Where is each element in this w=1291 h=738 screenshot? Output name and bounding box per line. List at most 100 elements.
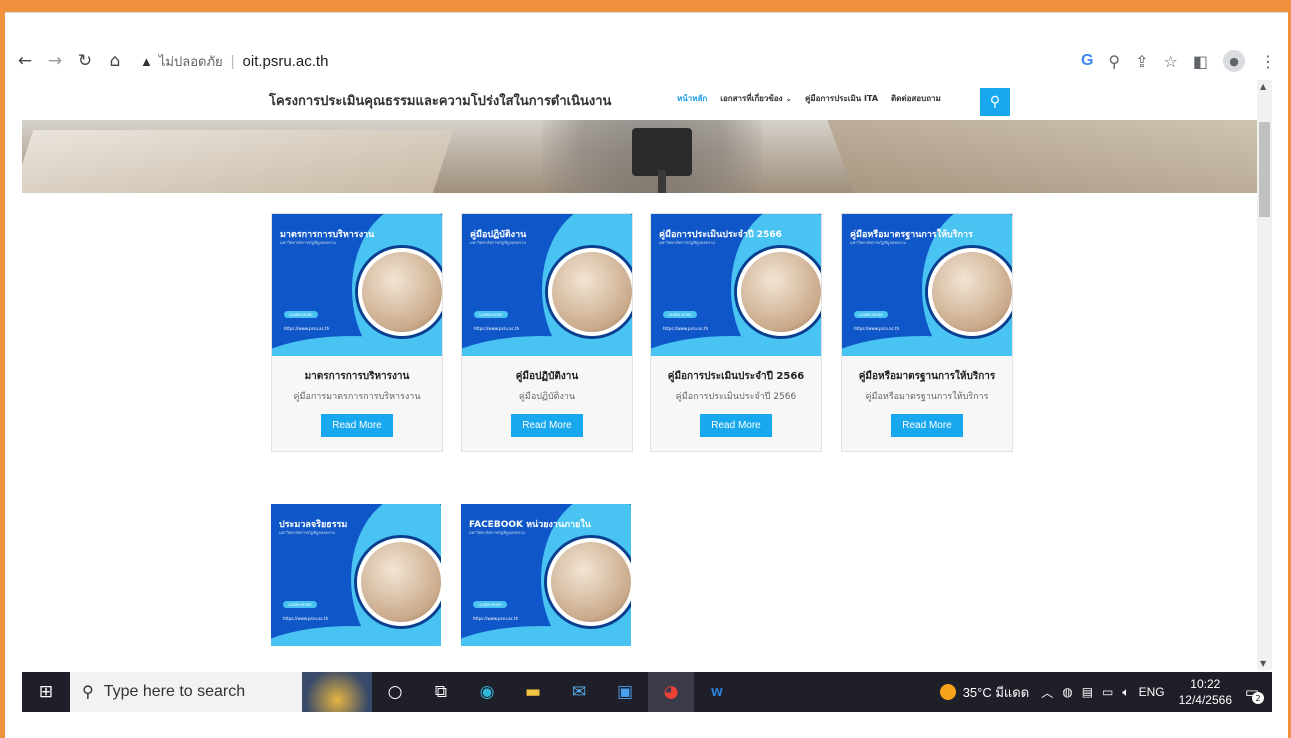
hero-table-right: [827, 120, 1257, 193]
screenshot-frame-top: [0, 0, 1291, 12]
network-icon[interactable]: ▤: [1082, 685, 1093, 699]
store-icon[interactable]: ▣: [602, 672, 648, 712]
hero-camera-stand: [658, 170, 666, 193]
search-icon: ⚲: [82, 684, 94, 701]
thumb-subtitle: มหาวิทยาลัยราชภัฏพิบูลสงคราม: [469, 530, 525, 535]
taskbar-search-placeholder: Type here to search: [103, 683, 246, 700]
nav-home[interactable]: หน้าหลัก: [677, 92, 707, 105]
nav-contact[interactable]: ติดต่อสอบถาม: [891, 92, 941, 105]
thumb-url: https://www.psru.ac.th: [474, 326, 520, 331]
thumb-learn-more: LEARN MORE: [474, 311, 508, 318]
forward-icon[interactable]: →: [44, 50, 66, 72]
star-icon[interactable]: ☆: [1164, 52, 1178, 71]
url-text[interactable]: oit.psru.ac.th: [243, 53, 329, 70]
insecure-label[interactable]: ไม่ปลอดภัย: [159, 51, 223, 72]
card-title[interactable]: มาตรการการบริหารงาน: [278, 370, 436, 383]
taskbar-search[interactable]: ⚲ Type here to search: [70, 672, 302, 712]
home-icon[interactable]: ⌂: [104, 50, 126, 72]
thumb-photo: [548, 248, 632, 336]
search-highlight-image[interactable]: [302, 672, 372, 712]
chevron-up-icon[interactable]: ︿: [1041, 684, 1053, 701]
card-description: คู่มือการมาตรการการบริหารงาน: [293, 392, 421, 402]
omnibox-separator: |: [230, 52, 235, 70]
menu-icon[interactable]: ⋮: [1260, 52, 1276, 71]
thumb-learn-more: LEARN MORE: [284, 311, 318, 318]
card-thumbnail[interactable]: ประมวลจริยธรรม มหาวิทยาลัยราชภัฏพิบูลสงค…: [271, 504, 441, 646]
browser-toolbar: ← → ↻ ⌂ ▲ ไม่ปลอดภัย | oit.psru.ac.th G …: [14, 46, 1276, 76]
meet-icon[interactable]: ◍: [1062, 685, 1072, 699]
clock[interactable]: 10:22 12/4/2566: [1179, 676, 1232, 708]
card-title[interactable]: คู่มือการประเมินประจำปี 2566: [657, 370, 815, 383]
read-more-button[interactable]: Read More: [321, 414, 393, 437]
card-management-measures: มาตรการการบริหารงาน มหาวิทยาลัยราชภัฏพิบ…: [271, 213, 443, 452]
card-thumbnail[interactable]: คู่มือปฏิบัติงาน มหาวิทยาลัยราชภัฏพิบูลส…: [462, 214, 632, 356]
weather-widget[interactable]: 35°C มีแดด: [939, 682, 1029, 703]
volume-icon[interactable]: 🔈︎: [1122, 685, 1129, 700]
thumb-subtitle: มหาวิทยาลัยราชภัฏพิบูลสงคราม: [470, 240, 526, 245]
nav-documents[interactable]: เอกสารที่เกี่ยวข้อง ⌄: [720, 92, 792, 105]
card-body: คู่มือปฏิบัติงาน คู่มือปฏิบัติงาน Read M…: [462, 356, 632, 451]
card-service-standards: คู่มือหรือมาตรฐานการให้บริการ มหาวิทยาลั…: [841, 213, 1013, 452]
card-description: คู่มือปฏิบัติงาน: [518, 392, 576, 402]
card-description: คู่มือหรือมาตรฐานการให้บริการ: [865, 392, 989, 402]
card-description: คู่มือการประเมินประจำปี 2566: [675, 392, 797, 402]
clock-date: 12/4/2566: [1178, 693, 1232, 707]
card-operation-manual: คู่มือปฏิบัติงาน มหาวิทยาลัยราชภัฏพิบูลส…: [461, 213, 633, 452]
page-viewport: โครงการประเมินคุณธรรมและความโปร่งใสในการ…: [22, 80, 1257, 670]
card-thumbnail[interactable]: มาตรการการบริหารงาน มหาวิทยาลัยราชภัฏพิบ…: [272, 214, 442, 356]
search-icon: ⚲: [989, 94, 1001, 110]
thumb-subtitle: มหาวิทยาลัยราชภัฏพิบูลสงคราม: [659, 240, 715, 245]
thumb-photo: [357, 538, 441, 626]
site-title[interactable]: โครงการประเมินคุณธรรมและความโปร่งใสในการ…: [269, 90, 611, 111]
thumb-photo: [547, 538, 631, 626]
edge-icon[interactable]: ◉: [464, 672, 510, 712]
hero-banner: [22, 120, 1257, 193]
language-indicator[interactable]: ENG: [1139, 685, 1165, 699]
card-body: คู่มือหรือมาตรฐานการให้บริการ คู่มือหรือ…: [842, 356, 1012, 451]
card-title[interactable]: คู่มือหรือมาตรฐานการให้บริการ: [848, 370, 1006, 383]
profile-icon[interactable]: ●: [1223, 50, 1245, 72]
scroll-down-icon[interactable]: ▼: [1260, 659, 1266, 668]
task-view-icon[interactable]: ⧉: [418, 672, 464, 712]
windows-start-icon[interactable]: ⊞: [22, 672, 70, 712]
card-thumbnail[interactable]: FACEBOOK หน่วยงานภายใน มหาวิทยาลัยราชภัฏ…: [461, 504, 631, 646]
system-tray: ︿ ◍ ▤ ▭ 🔈︎ ENG: [1041, 684, 1164, 701]
notification-icon[interactable]: ▭ 2: [1232, 672, 1272, 712]
zoom-icon[interactable]: ⚲: [1108, 52, 1120, 71]
thumb-subtitle: มหาวิทยาลัยราชภัฏพิบูลสงคราม: [850, 240, 906, 245]
word-icon[interactable]: W: [694, 672, 740, 712]
card-thumbnail[interactable]: คู่มือการประเมินประจำปี 2566 มหาวิทยาลัย…: [651, 214, 821, 356]
thumb-url: https://www.psru.ac.th: [284, 326, 330, 331]
card-facebook-internal: FACEBOOK หน่วยงานภายใน มหาวิทยาลัยราชภัฏ…: [461, 504, 631, 646]
nav-ita-manual[interactable]: คู่มือการประเมิน ITA: [805, 92, 878, 105]
card-title[interactable]: คู่มือปฏิบัติงาน: [468, 370, 626, 383]
battery-icon[interactable]: ▭: [1102, 685, 1113, 699]
thumb-url: https://www.psru.ac.th: [663, 326, 709, 331]
site-search-button[interactable]: ⚲: [980, 88, 1010, 116]
notification-count: 2: [1252, 692, 1264, 704]
read-more-button[interactable]: Read More: [891, 414, 963, 437]
read-more-button[interactable]: Read More: [511, 414, 583, 437]
sun-icon: [939, 684, 956, 700]
scrollbar-thumb[interactable]: [1259, 122, 1270, 217]
thumb-subtitle: มหาวิทยาลัยราชภัฏพิบูลสงคราม: [279, 530, 335, 535]
page-scrollbar[interactable]: ▲ ▼: [1257, 80, 1272, 670]
card-thumbnail[interactable]: คู่มือหรือมาตรฐานการให้บริการ มหาวิทยาลั…: [842, 214, 1012, 356]
cortana-icon[interactable]: ○: [372, 672, 418, 712]
warning-icon[interactable]: ▲: [140, 54, 153, 69]
share-icon[interactable]: ⇪: [1135, 52, 1148, 71]
thumb-url: https://www.psru.ac.th: [854, 326, 900, 331]
chrome-icon[interactable]: ◕: [648, 672, 694, 712]
mail-icon[interactable]: ✉: [556, 672, 602, 712]
address-bar[interactable]: ▲ ไม่ปลอดภัย | oit.psru.ac.th: [140, 47, 1081, 75]
back-icon[interactable]: ←: [14, 50, 36, 72]
reload-icon[interactable]: ↻: [74, 50, 96, 72]
sidepanel-icon[interactable]: ◧: [1193, 52, 1208, 71]
scroll-up-icon[interactable]: ▲: [1260, 82, 1266, 91]
thumb-learn-more: LEARN MORE: [283, 601, 317, 608]
hero-camera: [632, 128, 692, 176]
thumb-learn-more: LEARN MORE: [854, 311, 888, 318]
file-explorer-icon[interactable]: ▬: [510, 672, 556, 712]
google-icon[interactable]: G: [1081, 52, 1093, 70]
read-more-button[interactable]: Read More: [700, 414, 772, 437]
